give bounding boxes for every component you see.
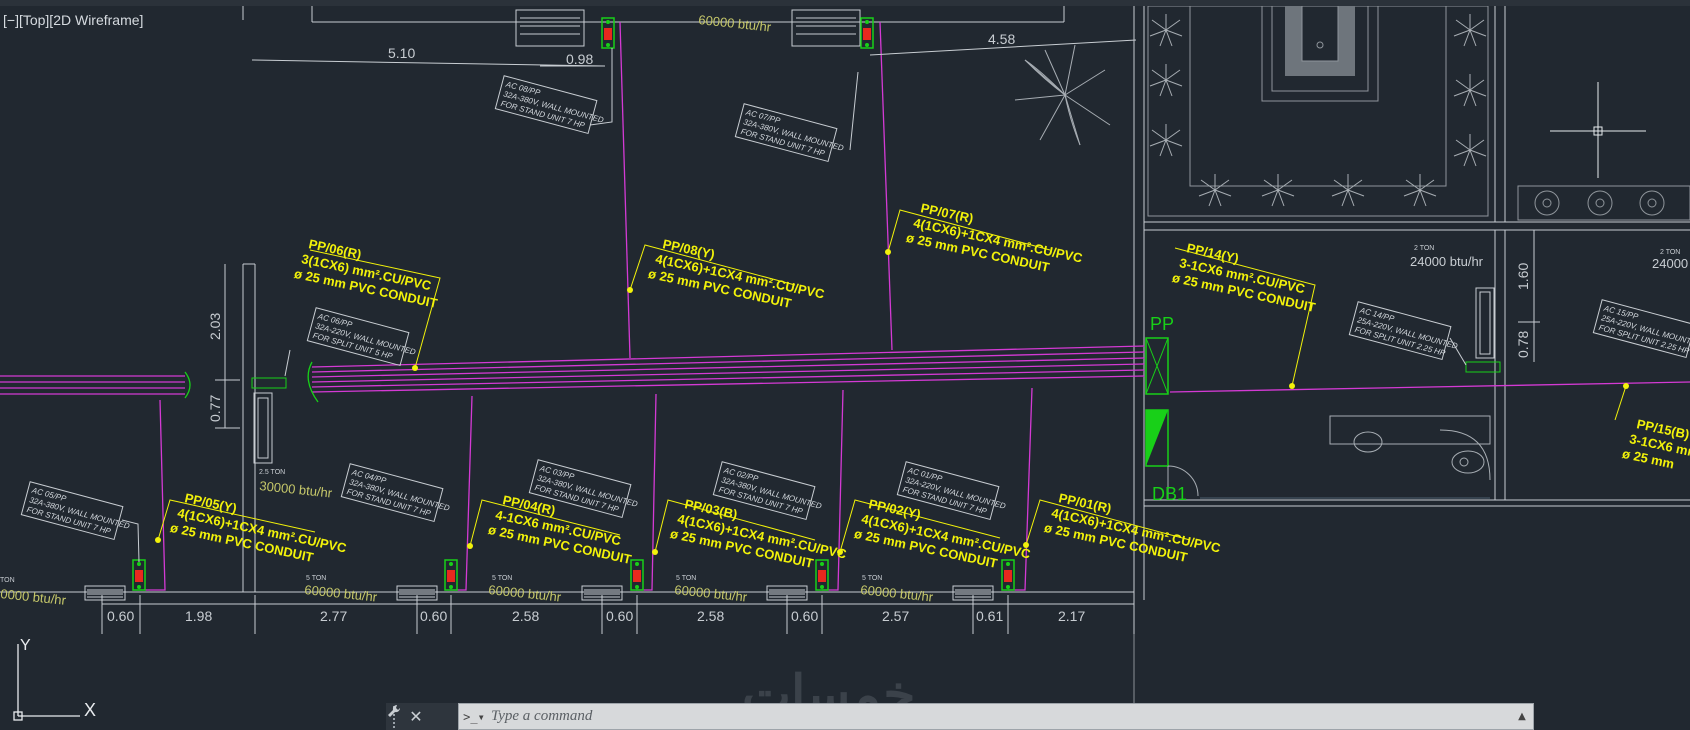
dim-right-upper: 1.60 (1515, 263, 1531, 290)
svg-text:0000 btu/hr: 0000 btu/hr (0, 586, 67, 608)
circuit-pp15: PP/15(B) 3-1CX6 mm ø 25 mm (1621, 416, 1690, 471)
svg-text:TON: TON (0, 577, 15, 584)
dim-bottom-5: 2.58 (512, 608, 539, 624)
expand-history-icon[interactable]: ▲ (1511, 711, 1533, 722)
dim-bottom-10: 0.61 (976, 608, 1003, 624)
command-prompt-icon[interactable]: >_▾ (459, 710, 489, 724)
tag-ac07: AC 07/PP 32A-380V, WALL MOUNTED FOR STAN… (734, 103, 845, 163)
bathroom-fixtures (1200, 415, 1491, 499)
command-line: ✕ >_▾ ▲ (386, 703, 1534, 730)
dim-bottom-7: 2.58 (697, 608, 724, 624)
stand-unit-top-1 (515, 9, 585, 47)
svg-text:5 TON: 5 TON (862, 575, 882, 582)
svg-text:60000 btu/hr: 60000 btu/hr (860, 582, 935, 605)
dim-bottom-2: 1.98 (185, 608, 212, 624)
panel-db1-label: DB1 (1152, 484, 1187, 504)
dim-top-right: 4.58 (988, 31, 1015, 47)
capacity-left-ton: 2.5 TON (259, 469, 285, 476)
circuit-pp06: PP/06(R) 3(1CX6) mm².CU/PVC ø 25 mm PVC … (293, 236, 439, 311)
drawing-canvas[interactable]: PP DB1 5.10 0.98 4.58 2.03 0.77 1.60 0.7… (0, 0, 1690, 730)
distribution-board-db1[interactable]: DB1 (1145, 409, 1199, 504)
dim-bottom-11: 2.17 (1058, 608, 1085, 624)
top-edge-strip (0, 0, 1690, 6)
ucs-y-label: Y (20, 637, 31, 654)
dim-bottom-4: 0.60 (420, 608, 447, 624)
stand-unit-top-2 (791, 9, 861, 47)
ucs-icon: Y X (13, 637, 96, 721)
svg-text:60000 btu/hr: 60000 btu/hr (304, 582, 379, 605)
dim-right-lower: 0.78 (1515, 331, 1531, 358)
dim-left-lower: 0.77 (207, 395, 223, 422)
tag-ac04: AC 04/PP 32A-380V, WALL MOUNTED FOR STAN… (340, 463, 451, 523)
crosshair-cursor (1550, 82, 1646, 178)
drawing-viewport[interactable]: PP DB1 5.10 0.98 4.58 2.03 0.77 1.60 0.7… (0, 0, 1690, 730)
dim-bottom-6: 0.60 (606, 608, 633, 624)
ucs-x-label: X (84, 700, 96, 720)
conduit-bundle (0, 21, 1690, 591)
split-unit-left (251, 377, 287, 464)
dim-bottom-9: 2.57 (882, 608, 909, 624)
command-input[interactable] (489, 707, 1511, 726)
dim-bottom-1: 0.60 (107, 608, 134, 624)
svg-text:2 TON: 2 TON (1660, 249, 1680, 256)
viewport-controls-label[interactable]: [−][Top][2D Wireframe] (3, 12, 143, 28)
circuit-pp05: PP/05(Y) 4(1CX6)+1CX4 mm².CU/PVC ø 25 mm… (169, 490, 348, 565)
circuit-pp08: PP/08(Y) 4(1CX6)+1CX4 mm².CU/PVC ø 25 mm… (647, 236, 826, 311)
panel-pp-label: PP (1150, 314, 1174, 334)
dim-top-left: 5.10 (388, 45, 415, 61)
close-icon[interactable]: ✕ (402, 703, 430, 730)
tag-ac15: AC 15/PP 25A-220V, WALL MOUNTED FOR SPLI… (1592, 299, 1690, 359)
dim-left-upper: 2.03 (207, 313, 223, 340)
svg-text:24000 btu/hr: 24000 btu/hr (1410, 254, 1484, 269)
circuit-pp14: PP/14(Y) 3-1CX6 mm².CU/PVC ø 25 mm PVC C… (1171, 240, 1317, 315)
capacity-left: 30000 btu/hr (259, 478, 334, 501)
command-field[interactable]: >_▾ ▲ (458, 703, 1534, 730)
tag-ac05: AC 05/PP 32A-380V, WALL MOUNTED FOR STAN… (20, 481, 131, 541)
svg-text:5 TON: 5 TON (676, 575, 696, 582)
dim-top-small: 0.98 (566, 51, 593, 67)
tag-ac06: AC 06/PP 32A-220V, WALL MOUNTED FOR SPLI… (306, 307, 417, 367)
landscape-planters (1147, 5, 1690, 221)
svg-text:60000 btu/hr: 60000 btu/hr (488, 582, 563, 605)
capacity-top: 60000 btu/hr (698, 12, 773, 35)
svg-text:5 TON: 5 TON (306, 575, 326, 582)
tag-ac08: AC 08/PP 32A-380V, WALL MOUNTED FOR STAN… (494, 75, 605, 135)
svg-text:24000: 24000 (1652, 256, 1688, 271)
dim-bottom-8: 0.60 (791, 608, 818, 624)
wrench-icon[interactable] (388, 703, 458, 730)
power-panel-pp[interactable]: PP (1145, 314, 1174, 395)
svg-text:60000 btu/hr: 60000 btu/hr (674, 582, 749, 605)
svg-text:5 TON: 5 TON (492, 575, 512, 582)
svg-text:2 TON: 2 TON (1414, 245, 1434, 252)
dim-bottom-3: 2.77 (320, 608, 347, 624)
tag-ac14: AC 14/PP 25A-220V, WALL MOUNTED FOR SPLI… (1348, 301, 1459, 361)
circuit-pp07: PP/07(R) 4(1CX6)+1CX4 mm².CU/PVC ø 25 mm… (905, 200, 1084, 275)
